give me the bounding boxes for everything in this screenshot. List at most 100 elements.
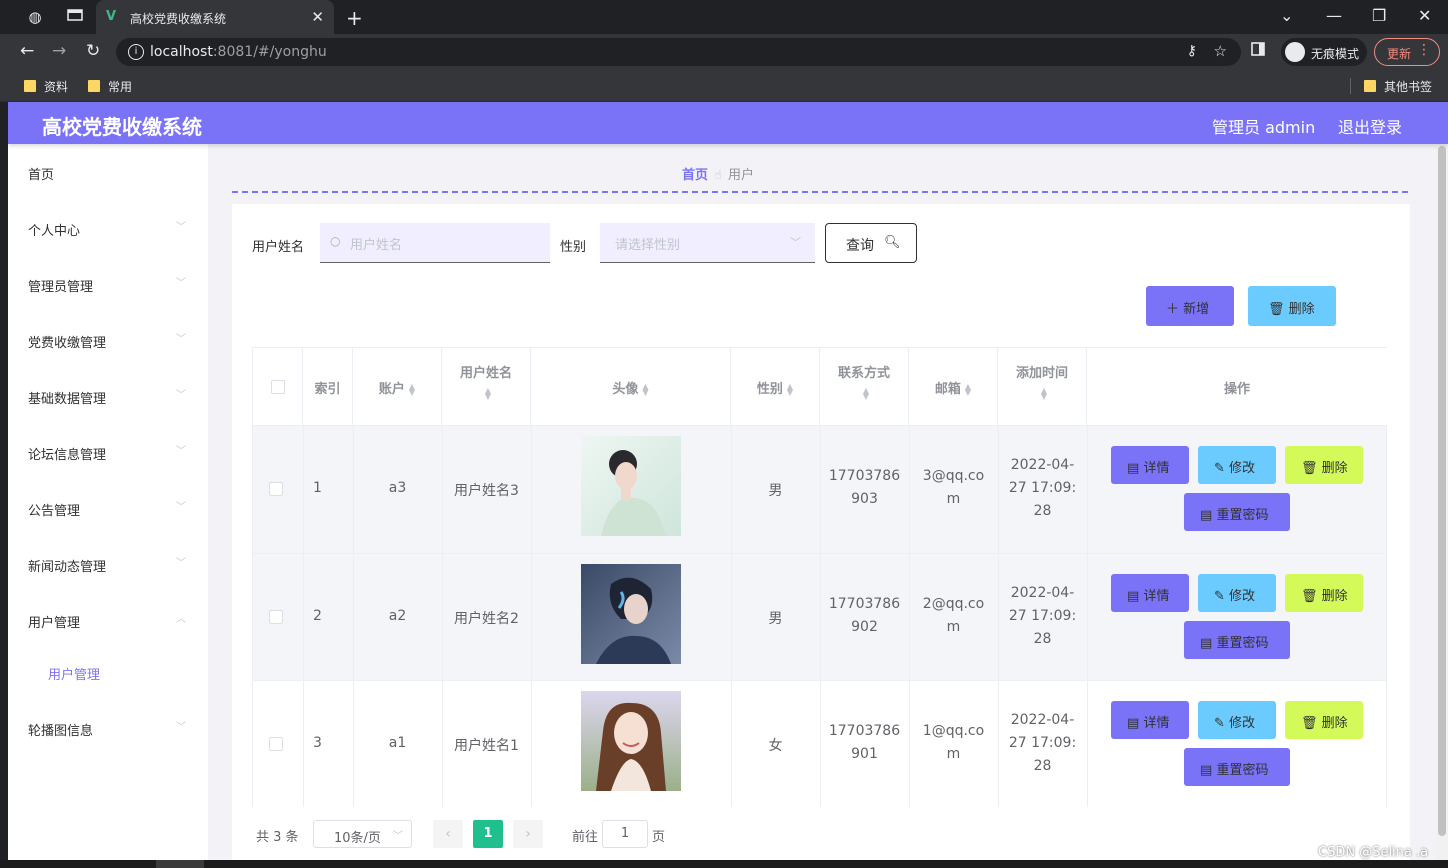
reload-icon[interactable]: ↻ (86, 41, 100, 61)
sort-icon[interactable]: ▲ ▼ (965, 382, 971, 396)
sidebar-item-dues[interactable]: 党费收缴管理 ﹀ (8, 312, 208, 368)
star-icon[interactable]: ☆ (1214, 42, 1227, 60)
restore-icon[interactable]: ❐ (1372, 6, 1386, 25)
forward-icon[interactable]: → (52, 41, 66, 61)
tab-close-icon[interactable]: ✕ (311, 8, 324, 26)
sidebar-item-admin[interactable]: 管理员管理 ﹀ (8, 256, 208, 312)
cell-index: 2 (313, 608, 322, 624)
sidebar-item-profile[interactable]: 个人中心 ﹀ (8, 200, 208, 256)
site-info-icon[interactable]: i (128, 44, 144, 60)
side-panel-icon[interactable] (1251, 41, 1265, 61)
th-gender[interactable]: 性别 ▲ ▼ (731, 348, 820, 426)
scrollbar-thumb[interactable] (1438, 146, 1446, 836)
update-button[interactable]: 更新 ⋮ (1374, 38, 1440, 66)
detail-button[interactable]: ▤ 详情 (1111, 446, 1189, 484)
delete-button[interactable]: 🗑︎ 删除 (1285, 446, 1363, 484)
more-vert-icon[interactable]: ⋮ (1417, 42, 1431, 58)
window-close-icon[interactable]: ✕ (1418, 6, 1431, 25)
logout-link[interactable]: 退出登录 (1338, 114, 1402, 138)
minimize-icon[interactable]: — (1326, 6, 1342, 25)
sort-icon[interactable]: ▲ ▼ (409, 382, 415, 396)
document-icon: ▤ (1127, 461, 1140, 476)
document-icon: ▤ (1127, 589, 1140, 604)
sidebar: 首页 个人中心 ﹀ 管理员管理 ﹀ 党费收缴管理 ﹀ 基础数据管理 ﹀ 论坛信息管理 ﹀ … (8, 144, 208, 860)
trash-icon: 🗑︎ (1301, 716, 1318, 731)
goto-page-input[interactable]: 1 (602, 820, 648, 848)
sidebar-item-carousel[interactable]: 轮播图信息 ﹀ (8, 700, 208, 756)
select-all-checkbox[interactable] (271, 380, 285, 394)
key-icon[interactable]: ⚷ (1187, 43, 1197, 59)
avatar-image[interactable] (581, 691, 681, 791)
detail-button[interactable]: ▤ 详情 (1111, 574, 1189, 612)
row-checkbox[interactable] (269, 610, 283, 624)
prev-page-button[interactable]: ‹ (433, 820, 463, 848)
sidebar-item-home[interactable]: 首页 (8, 144, 208, 200)
sidebar-subitem-user-manage[interactable]: 用户管理 (8, 644, 208, 700)
detail-button[interactable]: ▤ 详情 (1111, 701, 1189, 739)
reset-password-button[interactable]: ▤ 重置密码 (1184, 621, 1290, 659)
cell-time: 28 (1033, 758, 1052, 774)
tab-window-icon[interactable] (66, 8, 84, 26)
bookmark-folder-1[interactable]: 资料 (24, 78, 68, 95)
next-page-button[interactable]: › (513, 820, 543, 848)
add-button[interactable]: ＋ 新增 (1146, 286, 1234, 326)
row-checkbox[interactable] (269, 737, 283, 751)
back-icon[interactable]: ← (20, 41, 34, 61)
sidebar-item-forum[interactable]: 论坛信息管理 ﹀ (8, 424, 208, 480)
delete-button[interactable]: 🗑︎ 删除 (1285, 574, 1363, 612)
other-bookmarks[interactable]: 其他书签 (1364, 78, 1432, 95)
gender-select[interactable]: 请选择性别 ﹀ (600, 223, 815, 263)
breadcrumb: 首页 ☝ 用户 (682, 164, 754, 183)
edit-button[interactable]: ✎ 修改 (1198, 446, 1276, 484)
cell-email: m (946, 746, 961, 762)
gender-placeholder: 请选择性别 (615, 238, 681, 253)
reset-password-button[interactable]: ▤ 重置密码 (1184, 748, 1290, 786)
name-search-input[interactable]: ○ 用户姓名 (320, 223, 550, 263)
chevron-down-icon: ﹀ (790, 236, 801, 249)
row-checkbox[interactable] (269, 482, 283, 496)
name-filter-label: 用户姓名 (252, 240, 305, 255)
globe-icon[interactable]: ◍ (26, 8, 44, 26)
url-text[interactable]: localhost:8081/#/yonghu (150, 44, 327, 60)
browser-tab-active[interactable]: V 高校党费收缴系统 ✕ (96, 0, 334, 34)
th-added-time[interactable]: 添加时间 ▲ ▼ (998, 348, 1087, 426)
taskbar-item[interactable] (156, 860, 204, 868)
sidebar-item-basic-data[interactable]: 基础数据管理 ﹀ (8, 368, 208, 424)
query-button[interactable]: 查询 🔍︎ (825, 223, 917, 263)
th-avatar[interactable]: 头像 ▲ ▼ (531, 348, 731, 426)
cell-gender: 男 (768, 611, 783, 627)
gender-filter-label: 性别 (560, 240, 587, 255)
delete-button[interactable]: 🗑︎ 删除 (1285, 701, 1363, 739)
breadcrumb-home[interactable]: 首页 (682, 168, 708, 183)
edit-button[interactable]: ✎ 修改 (1198, 701, 1276, 739)
sort-icon[interactable]: ▲ ▼ (863, 386, 869, 400)
th-account[interactable]: 账户 ▲ ▼ (353, 348, 442, 426)
search-icon: ○ (330, 234, 341, 248)
users-table: 索引 账户 ▲ ▼ 用户姓名 ▲ ▼ 头像 ▲ ▼ 性别 ▲ ▼ 联系方式 ▲ ▼ 邮箱 ▲ ▼ 添加时… (252, 347, 1387, 807)
page-size-select[interactable]: 10条/页 ﹀ (313, 820, 412, 848)
avatar-image[interactable] (581, 564, 681, 664)
th-email[interactable]: 邮箱 ▲ ▼ (909, 348, 998, 426)
column-divider (353, 426, 354, 807)
sort-icon[interactable]: ▲ ▼ (1041, 386, 1047, 400)
bookmark-folder-2[interactable]: 常用 (88, 78, 132, 95)
cell-account: a2 (388, 608, 407, 624)
th-name[interactable]: 用户姓名 ▲ ▼ (442, 348, 531, 426)
sort-icon[interactable]: ▲ ▼ (485, 386, 491, 400)
batch-delete-button[interactable]: 🗑︎ 删除 (1248, 286, 1336, 326)
sidebar-item-notice[interactable]: 公告管理 ﹀ (8, 480, 208, 536)
th-phone[interactable]: 联系方式 ▲ ▼ (820, 348, 909, 426)
sort-icon[interactable]: ▲ ▼ (787, 382, 793, 396)
sidebar-item-news[interactable]: 新闻动态管理 ﹀ (8, 536, 208, 592)
edit-button[interactable]: ✎ 修改 (1198, 574, 1276, 612)
avatar-image[interactable] (581, 436, 681, 536)
reset-password-button[interactable]: ▤ 重置密码 (1184, 493, 1290, 531)
sidebar-item-users[interactable]: 用户管理 ︿ (8, 592, 208, 648)
address-bar[interactable]: i localhost:8081/#/yonghu ⚷ ☆ (116, 38, 1241, 66)
page-number-active[interactable]: 1 (473, 820, 503, 848)
incognito-badge[interactable]: 无痕模式 (1281, 38, 1367, 66)
chevron-down-icon: ﹀ (176, 222, 186, 233)
tab-search-chevron-icon[interactable]: ⌄ (1280, 6, 1293, 25)
sort-icon[interactable]: ▲ ▼ (642, 382, 648, 396)
new-tab-icon[interactable]: + (346, 6, 363, 30)
